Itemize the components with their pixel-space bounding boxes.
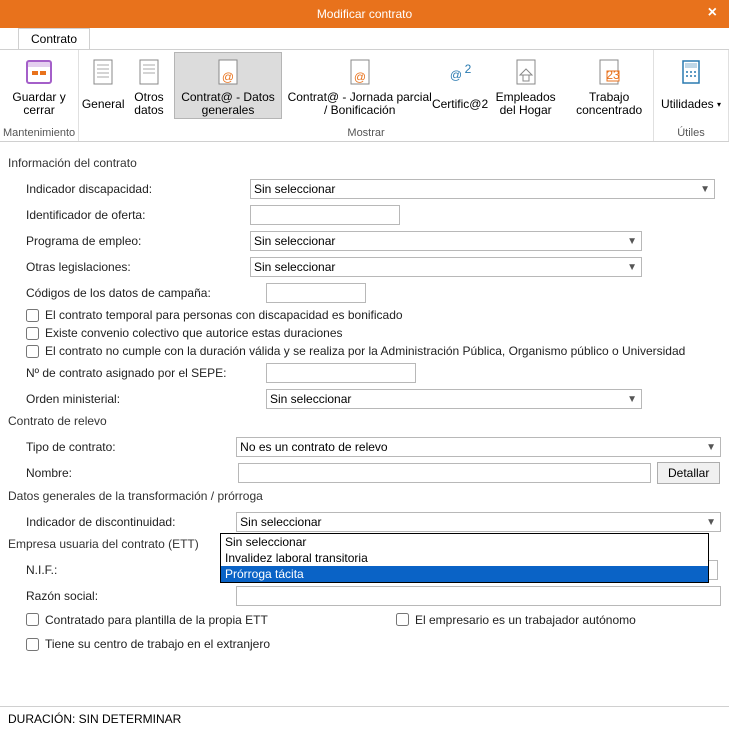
label-ident-oferta: Identificador de oferta: [26, 208, 250, 222]
input-num-sepe[interactable] [266, 363, 416, 383]
chk-convenio[interactable] [26, 327, 39, 340]
document-at-icon: @ [344, 56, 376, 88]
select-indicador-discontinuidad[interactable]: Sin seleccionar▼ [236, 512, 721, 532]
label-nombre: Nombre: [26, 466, 238, 480]
at2-icon: @2 [444, 56, 476, 88]
svg-text:2: 2 [465, 62, 472, 76]
certific-button[interactable]: @2 Certific@2 [437, 52, 483, 118]
chk-extranjero[interactable] [26, 638, 39, 651]
svg-text:@: @ [354, 70, 366, 84]
chevron-down-icon: ▾ [717, 98, 721, 111]
select-orden[interactable]: Sin seleccionar▼ [266, 389, 642, 409]
select-indicador-disc[interactable]: Sin seleccionar▼ [250, 179, 715, 199]
general-button[interactable]: General [82, 52, 124, 118]
dropdown-option[interactable]: Sin seleccionar [221, 534, 708, 550]
input-codigos[interactable] [266, 283, 366, 303]
input-nombre[interactable] [238, 463, 651, 483]
svg-text:@: @ [450, 68, 462, 82]
select-tipo-contrato[interactable]: No es un contrato de relevo▼ [236, 437, 721, 457]
ribbon-group-mostrar: General Otros datos @ Contrat@ - Datos g… [79, 50, 654, 141]
chevron-down-icon: ▼ [706, 442, 716, 453]
tabstrip: Contrato [0, 28, 729, 50]
document-icon [133, 56, 165, 88]
titlebar: Modificar contrato × [0, 0, 729, 28]
window-title: Modificar contrato [317, 7, 412, 21]
chk-duracion[interactable] [26, 345, 39, 358]
label-codigos: Códigos de los datos de campaña: [26, 286, 266, 300]
utilidades-button[interactable]: Utilidades ▾ [657, 52, 725, 118]
label-nif: N.I.F.: [26, 563, 238, 577]
detallar-button[interactable]: Detallar [657, 462, 720, 484]
chevron-down-icon: ▼ [627, 394, 637, 405]
section-transformacion: Datos generales de la transformación / p… [8, 489, 721, 503]
statusbar: DURACIÓN: SIN DETERMINAR [0, 706, 729, 731]
chevron-down-icon: ▼ [706, 517, 716, 528]
label-tipo-contrato: Tipo de contrato: [26, 440, 236, 454]
form-area: Información del contrato Indicador disca… [0, 142, 729, 651]
svg-text:@: @ [222, 70, 234, 84]
label-programa: Programa de empleo: [26, 234, 250, 248]
jornada-button[interactable]: @ Contrat@ - Jornada parcial / Bonificac… [282, 52, 437, 118]
input-ident-oferta[interactable] [250, 205, 400, 225]
dropdown-discontinuidad[interactable]: Sin seleccionar Invalidez laboral transi… [220, 533, 709, 583]
chk-plantilla[interactable] [26, 613, 39, 626]
select-programa[interactable]: Sin seleccionar▼ [250, 231, 642, 251]
house-icon [510, 56, 542, 88]
close-icon[interactable]: × [708, 4, 717, 22]
ribbon-group-mantenimiento: Guardar y cerrar Mantenimiento [0, 50, 79, 141]
label-num-sepe: Nº de contrato asignado por el SEPE: [26, 366, 266, 380]
chevron-down-icon: ▼ [700, 184, 710, 195]
section-relevo: Contrato de relevo [8, 414, 721, 428]
ribbon: Guardar y cerrar Mantenimiento General O… [0, 50, 729, 142]
dropdown-option[interactable]: Invalidez laboral transitoria [221, 550, 708, 566]
ribbon-group-label: Mostrar [82, 125, 650, 141]
chevron-down-icon: ▼ [627, 262, 637, 273]
label-razon: Razón social: [26, 589, 236, 603]
chk-autonomo[interactable] [396, 613, 409, 626]
svg-text:23: 23 [606, 68, 620, 82]
otros-datos-button[interactable]: Otros datos [124, 52, 174, 118]
chevron-down-icon: ▼ [627, 236, 637, 247]
chk-bonificado[interactable] [26, 309, 39, 322]
label-indicador-disc2: Indicador de discontinuidad: [26, 515, 236, 529]
calendar-icon: 23 [593, 56, 625, 88]
ribbon-group-label: Útiles [657, 125, 725, 141]
input-razon[interactable] [236, 586, 721, 606]
document-icon [87, 56, 119, 88]
hogar-button[interactable]: Empleados del Hogar [483, 52, 568, 118]
datos-generales-button[interactable]: @ Contrat@ - Datos generales [174, 52, 282, 119]
ribbon-group-label: Mantenimiento [3, 125, 75, 141]
label-otras-leg: Otras legislaciones: [26, 260, 250, 274]
label-orden: Orden ministerial: [26, 392, 266, 406]
save-close-button[interactable]: Guardar y cerrar [3, 52, 75, 118]
ribbon-group-utiles: Utilidades ▾ Útiles [654, 50, 729, 141]
concentrado-button[interactable]: 23 Trabajo concentrado [568, 52, 650, 118]
document-at-icon: @ [212, 56, 244, 88]
calculator-icon [675, 56, 707, 88]
label-indicador-disc: Indicador discapacidad: [26, 182, 250, 196]
dropdown-option-selected[interactable]: Prórroga tácita [221, 566, 708, 582]
select-otras-leg[interactable]: Sin seleccionar▼ [250, 257, 642, 277]
tab-contrato[interactable]: Contrato [18, 28, 90, 49]
section-info-contrato: Información del contrato [8, 156, 721, 170]
status-text: DURACIÓN: SIN DETERMINAR [8, 712, 181, 726]
save-icon [23, 56, 55, 88]
